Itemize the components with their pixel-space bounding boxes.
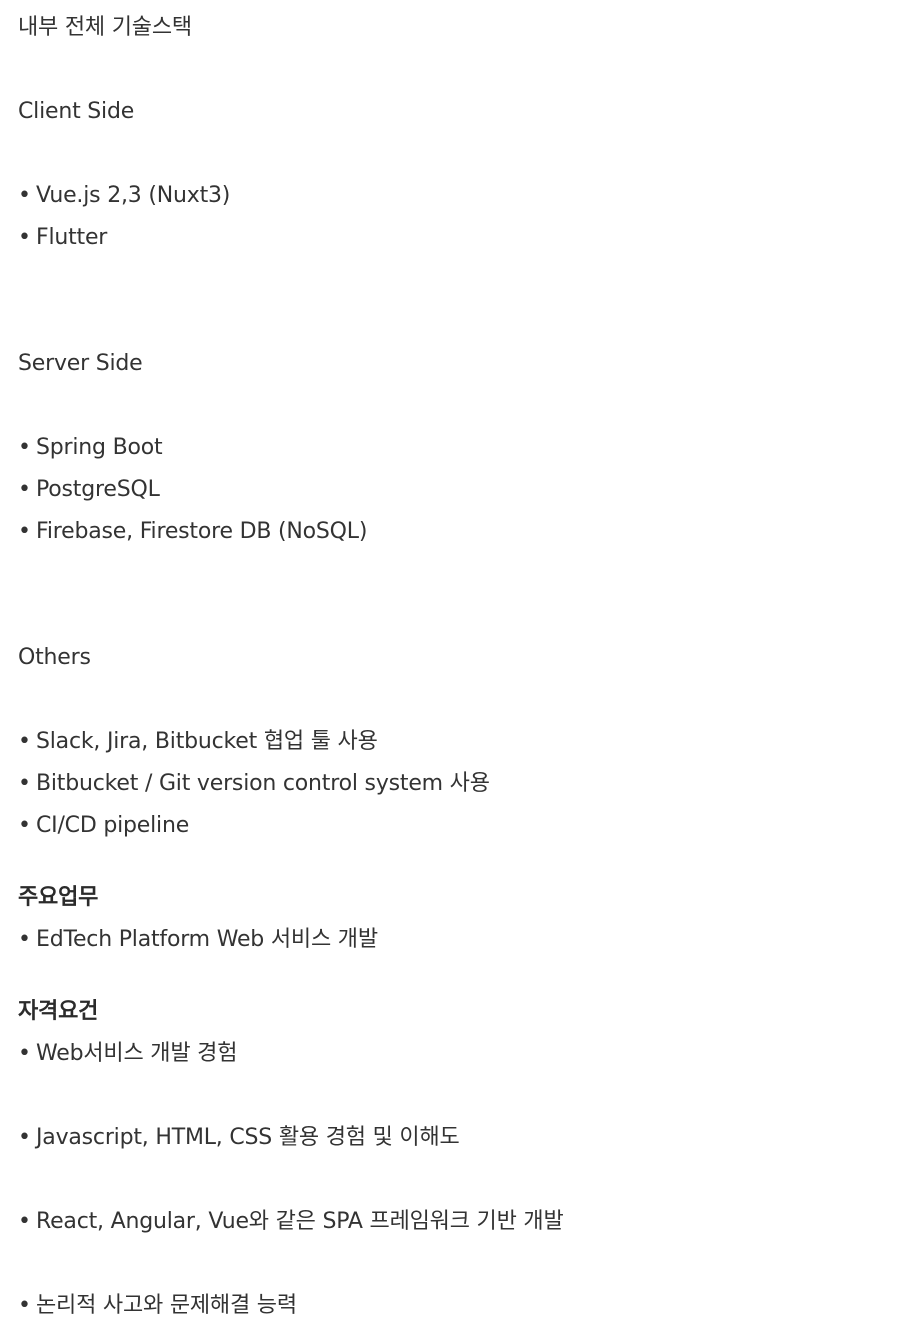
list-item: • Slack, Jira, Bitbucket 협업 툴 사용 xyxy=(18,728,378,756)
list-item-text: EdTech Platform Web 서비스 개발 xyxy=(36,927,378,952)
server-side-label: Server Side xyxy=(18,351,143,376)
bullet: • xyxy=(18,1209,31,1234)
duties-heading: 주요업무 xyxy=(18,885,99,910)
list-item: • Javascript, HTML, CSS 활용 경험 및 이해도 xyxy=(18,1124,460,1152)
list-item-text: PostgreSQL xyxy=(36,477,160,502)
list-item-text: Flutter xyxy=(36,225,108,250)
list-item: • React, Angular, Vue와 같은 SPA 프레임워크 기반 개발 xyxy=(18,1208,564,1236)
list-item: • Firebase, Firestore DB (NoSQL) xyxy=(18,518,367,546)
list-item-text: Firebase, Firestore DB (NoSQL) xyxy=(36,519,368,544)
bullet: • xyxy=(18,1125,31,1150)
list-item-text: Vue.js 2,3 (Nuxt3) xyxy=(36,183,231,208)
list-item: • Spring Boot xyxy=(18,434,163,462)
bullet: • xyxy=(18,519,31,544)
list-item-text: Spring Boot xyxy=(36,435,163,460)
list-item-text: React, Angular, Vue와 같은 SPA 프레임워크 기반 개발 xyxy=(36,1209,564,1234)
list-item: • Vue.js 2,3 (Nuxt3) xyxy=(18,182,230,210)
bullet: • xyxy=(18,927,31,952)
bullet: • xyxy=(18,771,31,796)
list-item: • Bitbucket / Git version control system … xyxy=(18,770,490,798)
list-item-text: Web서비스 개발 경험 xyxy=(36,1041,238,1066)
tech-stack-heading: 내부 전체 기술스택 xyxy=(18,15,192,40)
list-item-text: Javascript, HTML, CSS 활용 경험 및 이해도 xyxy=(36,1125,460,1150)
bullet: • xyxy=(18,813,31,838)
bullet: • xyxy=(18,477,31,502)
list-item: • Flutter xyxy=(18,224,107,252)
requirements-heading: 자격요건 xyxy=(18,999,99,1024)
others-label: Others xyxy=(18,645,91,670)
list-item: • CI/CD pipeline xyxy=(18,812,189,840)
bullet: • xyxy=(18,729,31,754)
list-item: • PostgreSQL xyxy=(18,476,160,504)
list-item-text: 논리적 사고와 문제해결 능력 xyxy=(36,1293,297,1318)
list-item: • 논리적 사고와 문제해결 능력 xyxy=(18,1292,297,1320)
client-side-label: Client Side xyxy=(18,99,135,124)
list-item-text: Slack, Jira, Bitbucket 협업 툴 사용 xyxy=(36,729,378,754)
bullet: • xyxy=(18,225,31,250)
bullet: • xyxy=(18,435,31,460)
list-item-text: Bitbucket / Git version control system 사… xyxy=(36,771,490,796)
list-item: • EdTech Platform Web 서비스 개발 xyxy=(18,926,378,954)
bullet: • xyxy=(18,1293,31,1318)
bullet: • xyxy=(18,183,31,208)
list-item: • Web서비스 개발 경험 xyxy=(18,1040,237,1068)
list-item-text: CI/CD pipeline xyxy=(36,813,190,838)
bullet: • xyxy=(18,1041,31,1066)
